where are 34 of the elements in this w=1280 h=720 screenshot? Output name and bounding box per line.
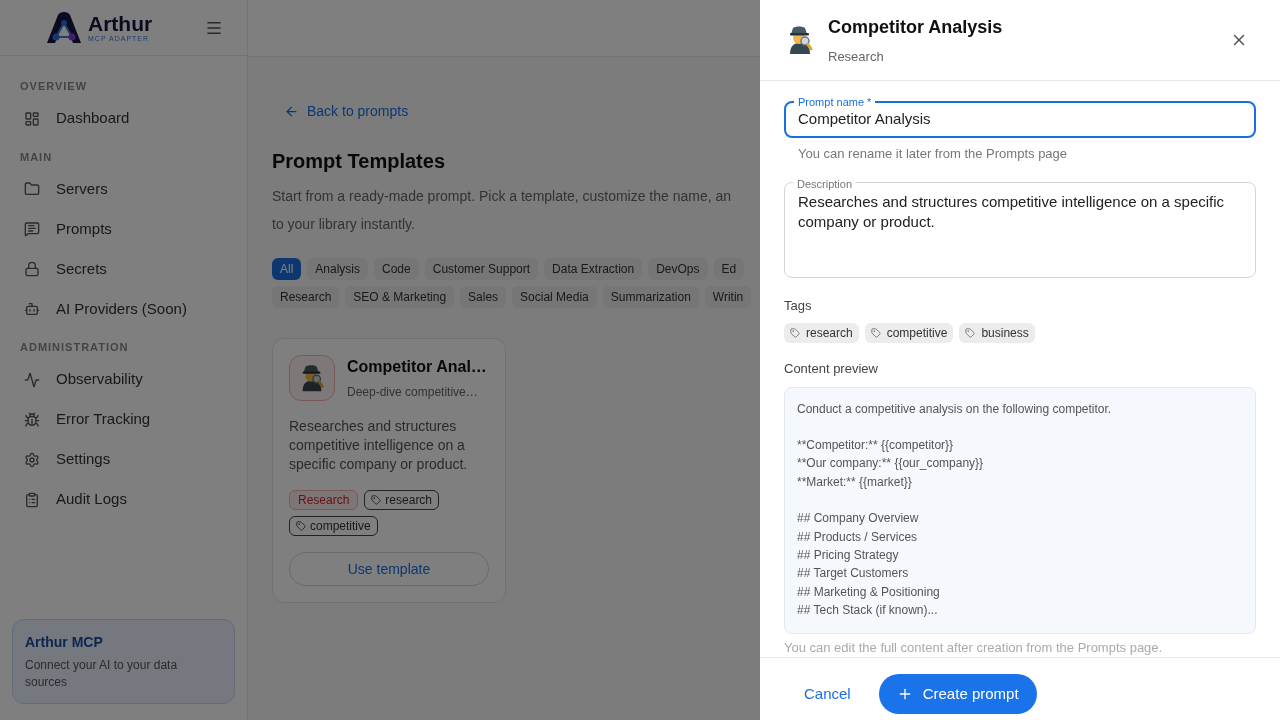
preview-line: **Our company:** {{our_company}} [797,455,985,473]
brand-name: Arthur [88,13,153,34]
template-subtitle: Deep-dive competitive… [347,384,479,401]
section-heading: ADMINISTRATION [19,340,130,355]
promo-title: Arthur MCP [25,633,104,652]
preview-line: **Market:** {{market}} [797,473,913,491]
tag-chip: competitive [289,516,378,536]
page-description: Start from a ready-made prompt. Pick a template, customize the name, an [272,187,732,206]
preview-line: ## Marketing & Positioning [797,583,941,601]
page-description: to your library instantly. [272,215,415,234]
category-badge: Research [289,490,359,510]
preview-note: You can edit the full content after creation from the Prompts page. [784,638,1164,657]
preview-line: ## Tech Stack (if known)... [797,602,939,620]
preview-line: Conduct a competitive analysis on the following competitor. [797,400,1113,418]
tag-chip: research [784,323,859,343]
helper-text: You can rename it later from the Prompts page [797,145,1069,163]
section-heading: MAIN [19,149,54,165]
preview-line: ## Pricing Strategy [797,546,900,564]
drawer-subtitle: Research [828,47,885,66]
preview-label: Content preview [784,360,879,378]
template-description: Researches and structures competitive intelligence on a specific company or product. [289,417,469,474]
tag-chip: research [364,490,440,510]
section-heading: OVERVIEW [19,79,89,94]
preview-line: ## Company Overview [797,510,920,528]
preview-line: ## Target Customers [797,565,910,583]
drawer-title: Competitor Analysis [828,15,1003,39]
preview-line: ## Products / Services [797,528,919,546]
preview-line: **Competitor:** {{competitor}} [797,436,955,454]
page-title: Prompt Templates [272,149,445,174]
tag-chip: competitive [864,323,954,343]
promo-text: Connect your AI to your data sources [25,657,179,691]
tag-chip: business [959,323,1035,343]
tags-label: Tags [784,296,813,315]
template-title: Competitor Anal… [347,357,487,377]
